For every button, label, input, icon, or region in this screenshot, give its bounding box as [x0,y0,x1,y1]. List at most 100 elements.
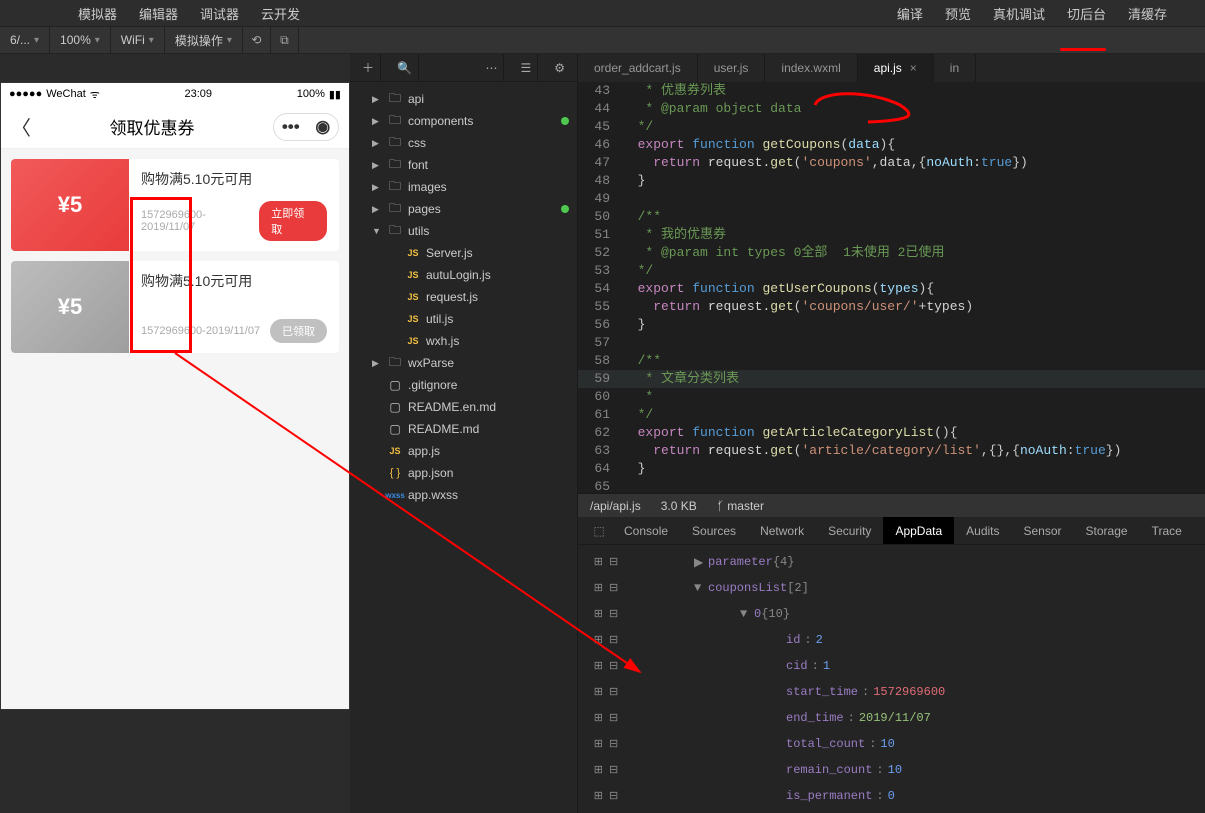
tree-item[interactable]: ▶🗀font [350,154,577,176]
devtools-tab[interactable]: Security [816,517,883,544]
tree-toggle-icon[interactable]: ⊟ [609,789,618,803]
appdata-row[interactable]: ⊞⊟id:2 [578,627,1205,653]
tree-item[interactable]: JSwxh.js [350,330,577,352]
menu-remote-debug[interactable]: 真机调试 [993,4,1045,23]
sim-action-select[interactable]: 模拟操作▾ [165,27,243,53]
search-icon[interactable]: 🔍 [391,54,419,81]
add-file-icon[interactable]: ＋ [356,54,381,81]
element-picker-icon[interactable]: ⬚ [586,524,612,538]
network-select[interactable]: WiFi▾ [111,27,165,53]
menu-compile[interactable]: 编译 [897,4,923,23]
tree-toggle-icon[interactable]: ⊞ [594,659,603,673]
settings-icon[interactable]: ⚙ [548,54,571,81]
tree-toggle-icon[interactable]: ⊞ [594,581,603,595]
appdata-row[interactable]: ⊞⊟▼0 {10} [578,601,1205,627]
devtools-tab[interactable]: Console [612,517,680,544]
devtools-tab[interactable]: Trace [1140,517,1194,544]
appdata-row[interactable]: ⊞⊟▼couponsList [2] [578,575,1205,601]
split-icon[interactable]: ☰ [514,54,538,81]
tree-item[interactable]: JSapp.js [350,440,577,462]
tree-item[interactable]: JSutil.js [350,308,577,330]
devtools-tab[interactable]: Audits [954,517,1011,544]
coupon-action-button[interactable]: 立即领取 [259,201,327,241]
tree-item[interactable]: ▶🗀components [350,110,577,132]
devtools-tab[interactable]: Network [748,517,816,544]
tree-toggle-icon[interactable]: ⊞ [594,685,603,699]
devtools-tab[interactable]: Sources [680,517,748,544]
coupon-action-button[interactable]: 已领取 [270,319,327,343]
menu-editor[interactable]: 编辑器 [139,4,178,23]
devtools-tab[interactable]: Sensor [1012,517,1074,544]
menu-background[interactable]: 切后台 [1067,4,1106,23]
tree-toggle-icon[interactable]: ⊞ [594,633,603,647]
tree-toggle-icon[interactable]: ⊟ [609,581,618,595]
tree-toggle-icon[interactable]: ⊟ [609,685,618,699]
capsule-more-icon[interactable]: ••• [282,117,300,137]
detach-icon[interactable]: ⧉ [271,27,299,53]
expand-icon[interactable]: ▼ [740,607,754,621]
tree-toggle-icon[interactable]: ⊟ [609,633,618,647]
tree-toggle-icon[interactable]: ⊞ [594,607,603,621]
appdata-row[interactable]: ⊞⊟start_time:1572969600 [578,679,1205,705]
tree-toggle-icon[interactable]: ⊞ [594,711,603,725]
rotate-icon[interactable]: ⟲ [243,27,271,53]
zoom-select[interactable]: 100%▾ [50,27,111,53]
editor-tab[interactable]: user.js [698,54,766,82]
tree-toggle-icon[interactable]: ⊞ [594,789,603,803]
tree-item[interactable]: ▶🗀wxParse [350,352,577,374]
tree-toggle-icon[interactable]: ⊞ [594,763,603,777]
expand-icon[interactable]: ▶ [694,555,708,570]
tree-item[interactable]: ▶🗀pages [350,198,577,220]
tree-toggle-icon[interactable]: ⊟ [609,659,618,673]
tree-toggle-icon[interactable]: ⊟ [609,711,618,725]
tree-item[interactable]: ▼🗀utils [350,220,577,242]
tree-toggle-icon[interactable]: ⊞ [594,555,603,569]
tree-item[interactable]: ▶🗀api [350,88,577,110]
tree-toggle-icon[interactable]: ⊟ [609,737,618,751]
tree-item[interactable]: JSServer.js [350,242,577,264]
capsule-close-icon[interactable]: ◉ [315,117,330,137]
tree-item[interactable]: { }app.json [350,462,577,484]
editor-tab-partial[interactable]: in [934,54,976,82]
editor-tab[interactable]: order_addcart.js [578,54,698,82]
devtools-tab[interactable]: Wxml [1194,517,1205,544]
menu-simulator[interactable]: 模拟器 [78,4,117,23]
tree-item[interactable]: JSautuLogin.js [350,264,577,286]
tree-toggle-icon[interactable]: ⊟ [609,555,618,569]
tree-item[interactable]: wxssapp.wxss [350,484,577,506]
close-icon[interactable]: × [910,61,917,75]
menu-cloud[interactable]: 云开发 [261,4,300,23]
tree-item[interactable]: ▢README.md [350,418,577,440]
tree-item[interactable]: JSrequest.js [350,286,577,308]
menu-clear-cache[interactable]: 清缓存 [1128,4,1167,23]
appdata-row[interactable]: ⊞⊟coupon_price:5 [578,809,1205,813]
device-select[interactable]: 6/...▾ [0,27,50,53]
more-icon[interactable]: ⋯ [479,54,504,81]
tree-item[interactable]: ▢README.en.md [350,396,577,418]
appdata-row[interactable]: ⊞⊟cid:1 [578,653,1205,679]
editor-tab[interactable]: index.wxml [765,54,857,82]
devtools-tab[interactable]: AppData [883,517,954,544]
back-icon[interactable]: 〈 [11,112,31,141]
appdata-row[interactable]: ⊞⊟▶parameter {4} [578,549,1205,575]
tree-toggle-icon[interactable]: ⊟ [609,607,618,621]
appdata-row[interactable]: ⊞⊟remain_count:10 [578,757,1205,783]
appdata-row[interactable]: ⊞⊟is_permanent:0 [578,783,1205,809]
tree-item[interactable]: ▶🗀css [350,132,577,154]
coupon-card[interactable]: ¥5购物满5.10元可用1572969600-2019/11/07已领取 [11,261,339,353]
appdata-row[interactable]: ⊞⊟end_time:2019/11/07 [578,705,1205,731]
expand-icon[interactable]: ▼ [694,581,708,595]
menu-debugger[interactable]: 调试器 [200,4,239,23]
coupon-card[interactable]: ¥5购物满5.10元可用1572969600-2019/11/07立即领取 [11,159,339,251]
menu-preview[interactable]: 预览 [945,4,971,23]
tree-item[interactable]: ▶🗀images [350,176,577,198]
tree-toggle-icon[interactable]: ⊞ [594,737,603,751]
appdata-row[interactable]: ⊞⊟total_count:10 [578,731,1205,757]
editor-tab[interactable]: api.js× [858,54,934,82]
capsule-menu[interactable]: ••• ◉ [273,113,339,141]
tree-toggle-icon[interactable]: ⊟ [609,763,618,777]
code-body[interactable]: 43 * 优惠券列表44 * @param object data45 */46… [578,82,1205,493]
devtools-body[interactable]: ⊞⊟▶parameter {4}⊞⊟▼couponsList [2]⊞⊟▼0 {… [578,545,1205,813]
devtools-tab[interactable]: Storage [1074,517,1140,544]
tree-item[interactable]: ▢.gitignore [350,374,577,396]
